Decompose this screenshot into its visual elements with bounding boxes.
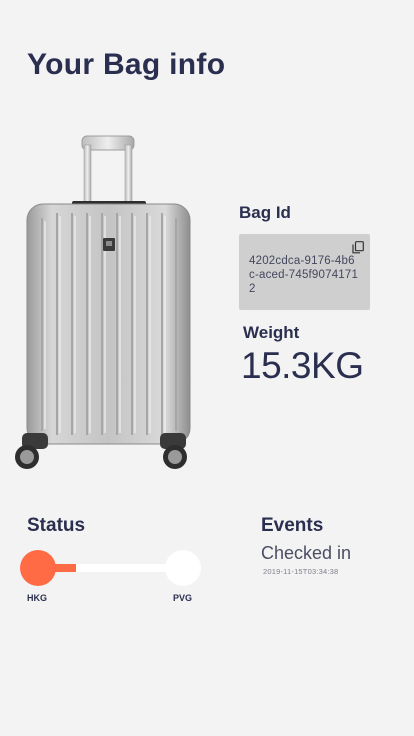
bag-id-box: 4202cdca-9176-4b6c-aced-745f90741712 (239, 234, 370, 310)
events-label: Events (261, 515, 324, 536)
destination-label: PVG (173, 593, 193, 603)
event-timestamp: 2019-11-15T03:34:38 (263, 567, 339, 576)
weight-label: Weight (243, 323, 300, 342)
bag-id-value: 4202cdca-9176-4b6c-aced-745f90741712 (249, 255, 359, 295)
suitcase-image (15, 135, 191, 469)
bag-id-label: Bag Id (239, 203, 291, 222)
weight-value: 15.3KG (241, 345, 364, 386)
status-label: Status (27, 515, 86, 536)
destination-node (165, 550, 201, 586)
event-name: Checked in (261, 543, 352, 563)
origin-node (20, 550, 56, 586)
page-title: Your Bag info (27, 48, 226, 81)
origin-label: HKG (27, 593, 47, 603)
copy-icon[interactable] (352, 241, 364, 254)
